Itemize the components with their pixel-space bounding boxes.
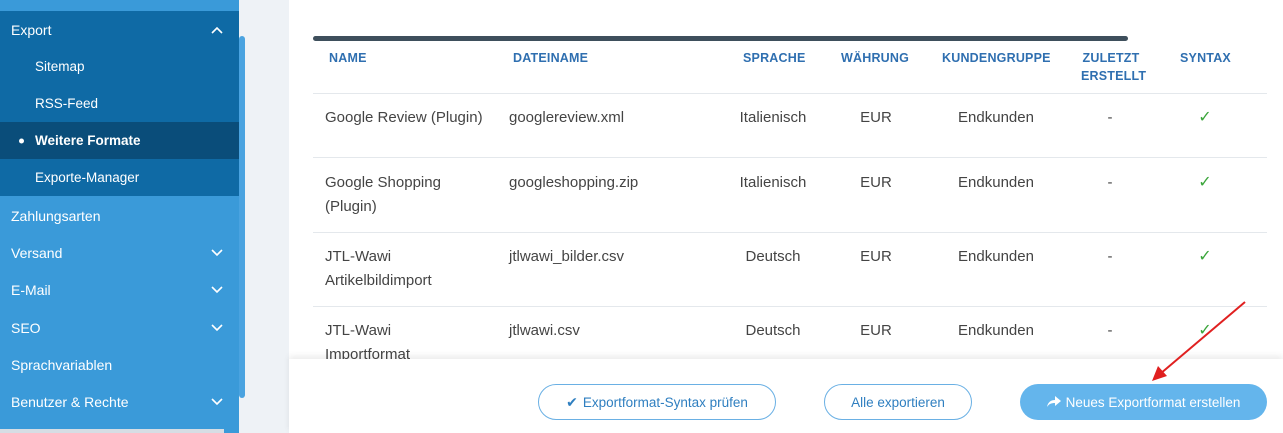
sidebar-item-label: RSS-Feed <box>35 96 99 111</box>
column-header-dateiname[interactable]: DATEINAME <box>513 49 588 67</box>
sidebar-item-benutzer-rechte[interactable]: Benutzer & Rechte <box>0 383 239 420</box>
cell-currency: EUR <box>860 322 892 339</box>
cell-currency: EUR <box>860 248 892 265</box>
check-icon: ✓ <box>1198 248 1212 265</box>
sidebar-item-label: Weitere Formate <box>35 133 141 148</box>
chevron-down-icon <box>211 248 223 256</box>
cell-name: Google Shopping (Plugin) <box>325 171 500 219</box>
button-label: Alle exportieren <box>851 394 945 410</box>
name-line: Google Shopping <box>325 174 441 191</box>
cell-language: Italienisch <box>739 174 807 191</box>
chevron-up-icon <box>211 26 223 34</box>
check-icon: ✔ <box>566 393 578 410</box>
sidebar-item-versand[interactable]: Versand <box>0 234 239 271</box>
check-icon: ✓ <box>1198 109 1212 126</box>
column-header-syntax[interactable]: SYNTAX <box>1180 49 1231 67</box>
sidebar-item-label: Sprachvariablen <box>11 356 113 373</box>
name-line: JTL-Wawi <box>325 322 392 339</box>
table-header: NAME DATEINAME SPRACHE WÄHRUNG KUNDENGRU… <box>313 41 1267 93</box>
sidebar-item-label: SEO <box>11 319 41 336</box>
sidebar: Export Sitemap RSS-Feed Weitere Formate … <box>0 0 239 433</box>
sidebar-item-label: Sitemap <box>35 59 85 74</box>
cell-customer-group: Endkunden <box>958 322 1034 339</box>
cell-file: jtlwawi.csv <box>509 322 580 339</box>
sidebar-item-sitemap[interactable]: Sitemap <box>0 48 239 85</box>
cell-currency: EUR <box>860 174 892 191</box>
table-row[interactable]: JTL-Wawi Importformat jtlwawi.csv Deutsc… <box>313 306 1267 366</box>
name-line: (Plugin) <box>325 198 377 215</box>
cell-last-created: - <box>1107 322 1113 339</box>
sidebar-item-label: Exporte-Manager <box>35 170 140 185</box>
cell-last-created: - <box>1107 109 1113 126</box>
cell-name: JTL-Wawi Artikelbildimport <box>325 245 500 293</box>
sidebar-item-label: Zahlungsarten <box>11 207 101 224</box>
cell-language: Deutsch <box>745 248 801 265</box>
sidebar-item-rss-feed[interactable]: RSS-Feed <box>0 85 239 122</box>
cell-customer-group: Endkunden <box>958 174 1034 191</box>
cell-file: jtlwawi_bilder.csv <box>509 248 625 265</box>
new-export-format-button[interactable]: Neues Exportformat erstellen <box>1020 384 1267 420</box>
cell-file: googlereview.xml <box>509 109 625 126</box>
name-line: Google Review (Plugin) <box>325 109 483 126</box>
table-row[interactable]: Google Shopping (Plugin) googleshopping.… <box>313 157 1267 232</box>
cell-file: googleshopping.zip <box>509 174 639 191</box>
sidebar-scrollbar[interactable] <box>239 36 245 398</box>
cell-last-created: - <box>1107 248 1113 265</box>
column-header-kundengruppe[interactable]: KUNDENGRUPPE <box>942 49 1051 67</box>
sidebar-item-sprachvariablen[interactable]: Sprachvariablen <box>0 346 239 383</box>
chevron-down-icon <box>211 285 223 293</box>
cell-customer-group: Endkunden <box>958 109 1034 126</box>
sidebar-item-label: E-Mail <box>11 281 51 298</box>
sidebar-bottom-edge <box>0 429 224 433</box>
table-row[interactable]: Google Review (Plugin) googlereview.xml … <box>313 93 1267 157</box>
cell-last-created: - <box>1107 174 1113 191</box>
sidebar-item-label: Versand <box>11 244 63 261</box>
sidebar-item-export[interactable]: Export <box>0 11 239 48</box>
check-icon: ✓ <box>1198 174 1212 191</box>
cell-language: Deutsch <box>745 322 801 339</box>
sidebar-item-email[interactable]: E-Mail <box>0 271 239 308</box>
header-line: ZULETZT <box>1082 51 1140 65</box>
column-header-waehrung[interactable]: WÄHRUNG <box>841 49 909 67</box>
export-all-button[interactable]: Alle exportieren <box>824 384 972 420</box>
column-header-sprache[interactable]: SPRACHE <box>743 49 806 67</box>
sidebar-item-weitere-formate[interactable]: Weitere Formate <box>0 122 239 159</box>
sidebar-item-exporte-manager[interactable]: Exporte-Manager <box>0 159 239 196</box>
check-syntax-button[interactable]: ✔ Exportformat-Syntax prüfen <box>538 384 776 420</box>
button-label: Exportformat-Syntax prüfen <box>582 394 748 410</box>
chevron-down-icon <box>211 323 223 331</box>
cell-customer-group: Endkunden <box>958 248 1034 265</box>
column-header-name[interactable]: NAME <box>329 49 367 67</box>
bullet-icon <box>19 138 24 143</box>
sidebar-item-seo[interactable]: SEO <box>0 309 239 346</box>
sidebar-item-zahlungsarten[interactable]: Zahlungsarten <box>0 197 239 234</box>
header-line: ERSTELLT <box>1081 69 1147 83</box>
check-icon: ✓ <box>1198 322 1212 339</box>
chevron-down-icon <box>211 397 223 405</box>
cell-currency: EUR <box>860 109 892 126</box>
cell-language: Italienisch <box>739 109 807 126</box>
column-header-zuletzt-erstellt[interactable]: ZULETZT ERSTELLT <box>1081 49 1146 85</box>
sidebar-item-label: Benutzer & Rechte <box>11 393 129 410</box>
sidebar-item-label: Export <box>11 21 52 38</box>
name-line: Artikelbildimport <box>325 272 432 289</box>
share-arrow-icon <box>1046 396 1061 407</box>
name-line: JTL-Wawi <box>325 248 392 265</box>
table-row[interactable]: JTL-Wawi Artikelbildimport jtlwawi_bilde… <box>313 232 1267 306</box>
cell-name: Google Review (Plugin) <box>325 106 500 130</box>
button-label: Neues Exportformat erstellen <box>1065 394 1241 410</box>
